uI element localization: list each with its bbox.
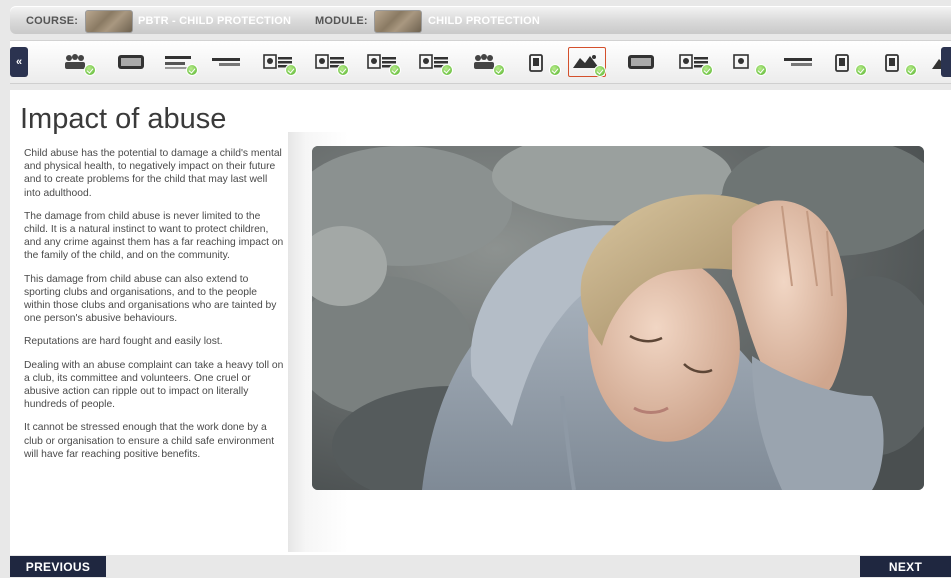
slide-thumbnail-10[interactable] (524, 49, 561, 76)
body-text: Child abuse has the potential to damage … (24, 147, 286, 471)
previous-button[interactable]: PREVIOUS (10, 556, 106, 577)
paragraph: The damage from child abuse is never lim… (24, 210, 284, 262)
course-header: COURSE: PBTR - CHILD PROTECTION MODULE: … (10, 6, 951, 34)
slide-thumbnail-7[interactable] (364, 49, 401, 76)
slide-thumbnail-13[interactable] (676, 49, 713, 76)
paragraph: This damage from child abuse can also ex… (24, 273, 277, 325)
paragraph: Child abuse has the potential to damage … (24, 148, 282, 199)
completed-check-icon (905, 64, 917, 76)
completed-check-icon (755, 64, 767, 76)
completed-check-icon (337, 64, 349, 76)
slide-thumbnail-9[interactable] (468, 49, 505, 76)
paragraph: Reputations are hard fought and easily l… (24, 336, 223, 348)
slide-thumbnail-4[interactable] (208, 49, 244, 75)
slide-thumbnail-2[interactable] (114, 49, 150, 75)
slide-thumbnail-8[interactable] (416, 49, 453, 76)
slide-thumbnail-11[interactable] (568, 47, 606, 77)
page-title: Impact of abuse (20, 103, 227, 135)
nav-forward-button[interactable] (941, 47, 951, 77)
module-thumbnail (374, 10, 422, 33)
paragraph: Dealing with an abuse complaint can take… (24, 359, 284, 411)
slide-thumbnail-16[interactable] (830, 49, 867, 76)
slide-thumbnail-14[interactable] (730, 49, 767, 76)
module-label: MODULE: (315, 15, 368, 27)
completed-check-icon (285, 64, 297, 76)
course-label: COURSE: (26, 15, 79, 27)
completed-check-icon (701, 64, 713, 76)
distressed-girl-photo (312, 146, 924, 490)
completed-check-icon (186, 64, 198, 76)
next-button[interactable]: NEXT (860, 556, 951, 577)
completed-check-icon (594, 65, 606, 77)
completed-check-icon (389, 64, 401, 76)
completed-check-icon (549, 64, 561, 76)
paragraph: It cannot be stressed enough that the wo… (24, 422, 275, 460)
slide-thumbnail-5[interactable] (260, 49, 297, 76)
completed-check-icon (84, 64, 96, 76)
slide-thumbnail-17[interactable] (880, 49, 917, 76)
completed-check-icon (855, 64, 867, 76)
slide-thumbnail-6[interactable] (312, 49, 349, 76)
completed-check-icon (441, 64, 453, 76)
nav-back-button[interactable]: « (10, 47, 28, 77)
slide-thumbnail-1[interactable] (59, 49, 96, 76)
module-name: CHILD PROTECTION (428, 15, 540, 27)
completed-check-icon (493, 64, 505, 76)
slide-navigator: « (10, 40, 951, 84)
slide-thumbnail-12[interactable] (624, 49, 660, 75)
course-name: PBTR - CHILD PROTECTION (138, 15, 292, 27)
course-thumbnail (85, 10, 133, 33)
slide-thumbnail-15[interactable] (780, 49, 816, 75)
slide-thumbnail-3[interactable] (161, 49, 198, 76)
